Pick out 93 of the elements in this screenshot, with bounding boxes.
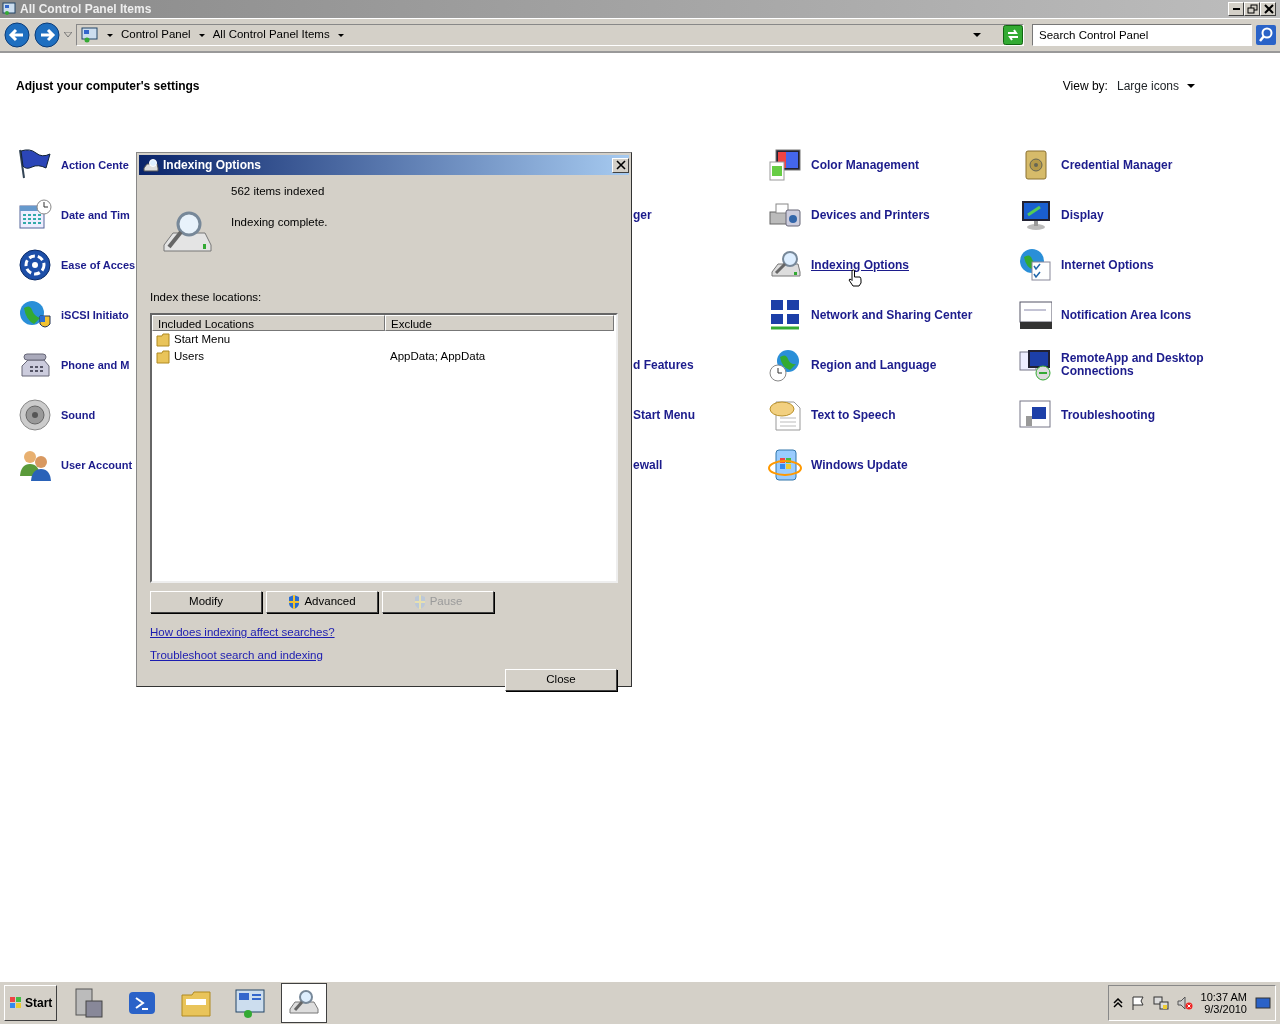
clock[interactable]: 10:37 AM 9/3/2010	[1200, 991, 1247, 1015]
indexing-status: Indexing complete.	[231, 215, 328, 231]
clock-time: 10:37 AM	[1200, 991, 1247, 1003]
start-button[interactable]: Start	[4, 985, 58, 1021]
caret-icon[interactable]	[337, 33, 344, 37]
column-header[interactable]: Included Locations	[152, 315, 385, 331]
caret-icon	[1187, 84, 1195, 88]
restore-icon	[1246, 4, 1258, 14]
network-icon	[768, 298, 802, 332]
globe-checklist-icon	[1018, 248, 1052, 282]
control-panel-icon	[81, 27, 99, 43]
settings-item-link[interactable]: Color Management	[811, 158, 919, 172]
close-button[interactable]: Close	[505, 668, 617, 691]
settings-item-link[interactable]: Notification Area Icons	[1061, 308, 1192, 322]
locations-label: Index these locations:	[150, 290, 263, 305]
restore-button[interactable]	[1244, 2, 1260, 16]
settings-item-link[interactable]: Action Cente	[61, 158, 129, 172]
settings-item-link[interactable]: Ease of Acces	[61, 258, 136, 272]
monitor-icon	[768, 148, 802, 182]
settings-item-link[interactable]: iSCSI Initiato	[61, 308, 129, 322]
settings-item-link[interactable]: Indexing Options	[811, 258, 909, 272]
search-icon[interactable]	[1256, 25, 1276, 45]
two-people-icon	[18, 448, 52, 482]
close-button[interactable]	[612, 157, 629, 173]
chevron-up-icon[interactable]	[1112, 998, 1123, 1008]
settings-item-link[interactable]: ewall	[633, 458, 663, 472]
close-button[interactable]	[1260, 2, 1276, 16]
settings-item-link[interactable]: Region and Language	[811, 358, 937, 372]
settings-item-link[interactable]: d Features	[633, 358, 694, 372]
settings-item-link[interactable]: User Account	[61, 458, 133, 472]
muted-speaker-icon[interactable]	[1176, 996, 1193, 1010]
refresh-icon[interactable]	[1003, 25, 1023, 45]
settings-item-link[interactable]: Devices and Printers	[811, 208, 930, 222]
exclude-value: AppData; AppData	[389, 348, 486, 364]
control-panel-icon	[2, 2, 16, 16]
server-icon	[72, 987, 105, 1019]
settings-item-link[interactable]: Date and Tim	[61, 208, 130, 222]
taskbar-app-button[interactable]	[281, 983, 328, 1023]
page-heading: Adjust your computer's settings	[16, 78, 200, 95]
settings-item-link[interactable]: Network and Sharing Center	[811, 308, 973, 322]
minimize-button[interactable]	[1228, 2, 1244, 16]
settings-item-link[interactable]: Start Menu	[633, 408, 695, 422]
shield-icon	[288, 595, 301, 609]
breadcrumb-link[interactable]: All Control Panel Items	[212, 26, 330, 44]
network-icon[interactable]	[1152, 996, 1169, 1010]
settings-item-link[interactable]: Sound	[61, 408, 96, 422]
column-header[interactable]: Exclude	[385, 315, 614, 331]
address-bar[interactable]: Control Panel All Control Panel Items	[76, 24, 1024, 46]
help-link[interactable]: Troubleshoot search and indexing	[150, 647, 323, 665]
calendar-icon	[18, 198, 52, 232]
show-desktop-icon[interactable]	[1255, 996, 1271, 1010]
indexed-count: 562 items indexed	[231, 184, 326, 199]
breadcrumb-link[interactable]: Control Panel	[121, 26, 191, 44]
magnifier-drive-icon	[143, 158, 159, 172]
clock-date: 9/3/2010	[1204, 1003, 1247, 1015]
windows-update-icon	[768, 448, 802, 482]
shield-icon	[413, 595, 426, 609]
view-by-dropdown[interactable]: Large icons	[1115, 76, 1196, 96]
caret-icon[interactable]	[107, 33, 113, 37]
speech-bubble-document-icon	[768, 398, 802, 432]
folder-icon	[156, 332, 170, 347]
notification-window-icon	[1018, 298, 1052, 332]
flag-icon[interactable]	[1130, 996, 1145, 1010]
folder-icon	[156, 349, 170, 364]
dialog-button[interactable]: Advanced	[266, 591, 378, 613]
settings-item-link[interactable]: Troubleshooting	[1061, 408, 1155, 422]
speaker-icon	[18, 398, 52, 432]
settings-item-link[interactable]: Credential Manager	[1061, 158, 1173, 172]
settings-item-link[interactable]: Internet Options	[1061, 258, 1154, 272]
search-field[interactable]: Search Control Panel	[1032, 24, 1252, 46]
settings-item-link[interactable]: ger	[633, 208, 652, 222]
view-by-label: View by:	[1062, 78, 1108, 95]
window-title: All Control Panel Items	[20, 1, 153, 18]
windows-logo-icon	[9, 996, 23, 1010]
remote-monitors-icon	[1018, 348, 1052, 382]
settings-item-link[interactable]: Text to Speech	[811, 408, 896, 422]
close-icon	[615, 160, 626, 170]
circular-arrows-icon	[18, 248, 52, 282]
location-name[interactable]: Start Menu	[174, 330, 231, 349]
globe-clock-icon	[768, 348, 802, 382]
settings-item-link[interactable]: Phone and M	[61, 358, 130, 372]
control-panel-icon	[234, 987, 267, 1019]
dialog-button[interactable]: Modify	[150, 591, 262, 613]
settings-item-link[interactable]: Windows Update	[811, 458, 908, 472]
close-icon	[1262, 4, 1274, 14]
help-link[interactable]: How does indexing affect searches?	[150, 624, 335, 642]
settings-item-link[interactable]: RemoteApp and Desktop Connections	[1061, 352, 1221, 378]
caret-icon[interactable]	[198, 33, 205, 37]
dropdown-caret-icon[interactable]	[973, 33, 981, 37]
settings-item-link[interactable]: Display	[1061, 208, 1104, 222]
location-name[interactable]: Users	[174, 347, 205, 366]
dialog-title: Indexing Options	[163, 157, 262, 174]
minimize-icon	[1232, 8, 1240, 10]
